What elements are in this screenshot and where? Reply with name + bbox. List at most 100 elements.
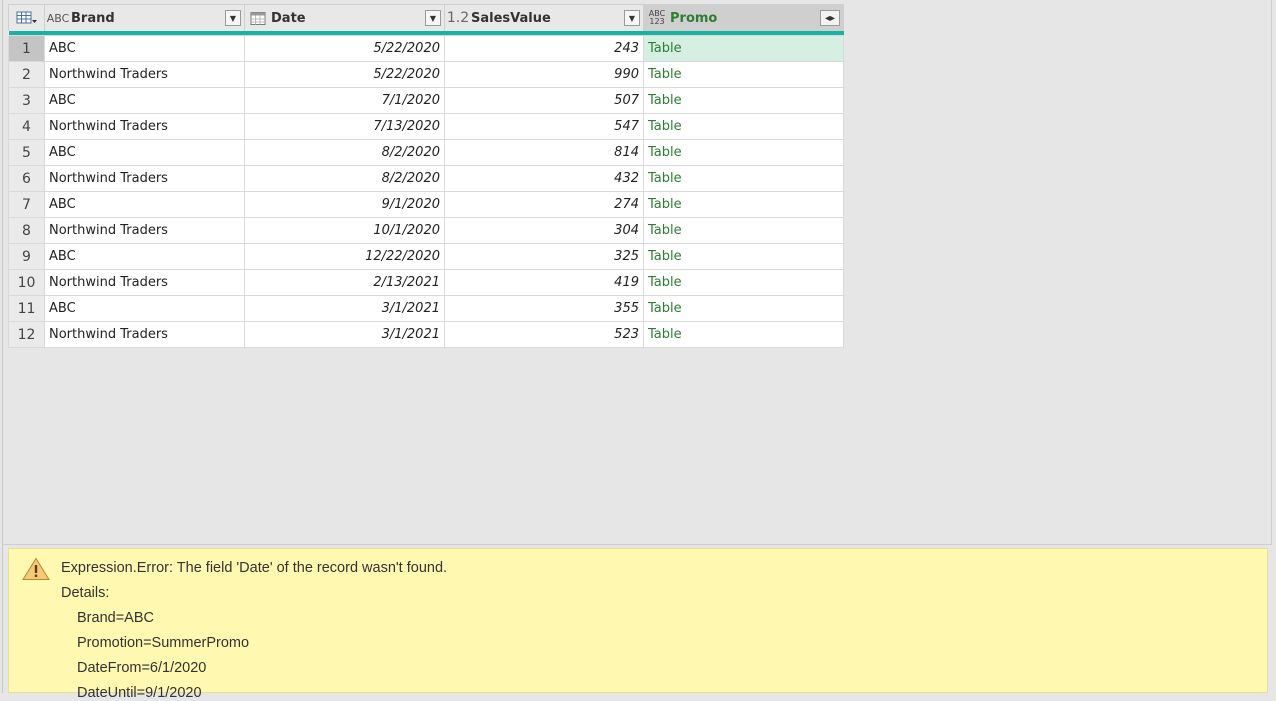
- cell-promo-table-link[interactable]: Table: [643, 87, 844, 114]
- cell-brand[interactable]: Northwind Traders: [44, 217, 245, 244]
- table-row[interactable]: 11 ABC 3/1/2021 355 Table: [8, 295, 844, 322]
- row-number[interactable]: 11: [8, 295, 45, 322]
- cell-promo-table-link[interactable]: Table: [643, 165, 844, 192]
- table-row[interactable]: 8 Northwind Traders 10/1/2020 304 Table: [8, 217, 844, 244]
- cell-salesvalue[interactable]: 432: [444, 165, 644, 192]
- cell-date[interactable]: 12/22/2020: [244, 243, 445, 270]
- cell-promo-table-link[interactable]: Table: [643, 321, 844, 348]
- row-number[interactable]: 3: [8, 87, 45, 114]
- table-row[interactable]: 1 ABC 5/22/2020 243 Table: [8, 35, 844, 62]
- date-type-icon[interactable]: [245, 8, 271, 28]
- cell-promo-table-link[interactable]: Table: [643, 217, 844, 244]
- right-border: [1271, 0, 1272, 545]
- cell-salesvalue[interactable]: 507: [444, 87, 644, 114]
- cell-date[interactable]: 3/1/2021: [244, 295, 445, 322]
- cell-promo-table-link[interactable]: Table: [643, 113, 844, 140]
- cell-date[interactable]: 7/1/2020: [244, 87, 445, 114]
- table-row[interactable]: 6 Northwind Traders 8/2/2020 432 Table: [8, 165, 844, 192]
- row-number[interactable]: 1: [8, 35, 45, 62]
- column-header-label: SalesValue: [471, 10, 551, 26]
- table-row[interactable]: 4 Northwind Traders 7/13/2020 547 Table: [8, 113, 844, 140]
- cell-brand[interactable]: Northwind Traders: [44, 165, 245, 192]
- table-row[interactable]: 3 ABC 7/1/2020 507 Table: [8, 87, 844, 114]
- left-border: [2, 0, 3, 693]
- cell-salesvalue[interactable]: 814: [444, 139, 644, 166]
- cell-salesvalue[interactable]: 547: [444, 113, 644, 140]
- cell-date[interactable]: 10/1/2020: [244, 217, 445, 244]
- cell-brand[interactable]: ABC: [44, 35, 245, 62]
- cell-brand[interactable]: Northwind Traders: [44, 113, 245, 140]
- cell-promo-table-link[interactable]: Table: [643, 243, 844, 270]
- cell-promo-table-link[interactable]: Table: [643, 61, 844, 88]
- table-menu-corner[interactable]: [8, 4, 45, 31]
- cell-promo-table-link[interactable]: Table: [643, 35, 844, 62]
- cell-date[interactable]: 8/2/2020: [244, 139, 445, 166]
- cell-salesvalue[interactable]: 304: [444, 217, 644, 244]
- row-number[interactable]: 12: [8, 321, 45, 348]
- cell-brand[interactable]: ABC: [44, 87, 245, 114]
- any-type-glyph-bottom: 123: [649, 17, 665, 26]
- row-number[interactable]: 9: [8, 243, 45, 270]
- cell-promo-table-link[interactable]: Table: [643, 191, 844, 218]
- table-row[interactable]: 7 ABC 9/1/2020 274 Table: [8, 191, 844, 218]
- column-header-salesvalue[interactable]: 1.2 SalesValue ▼: [444, 4, 644, 31]
- error-detail-line: DateUntil=9/1/2020: [77, 685, 202, 701]
- table-row[interactable]: 10 Northwind Traders 2/13/2021 419 Table: [8, 269, 844, 296]
- column-header-label: Brand: [71, 10, 115, 26]
- cell-salesvalue[interactable]: 325: [444, 243, 644, 270]
- row-number[interactable]: 7: [8, 191, 45, 218]
- row-number[interactable]: 6: [8, 165, 45, 192]
- cell-date[interactable]: 2/13/2021: [244, 269, 445, 296]
- row-number[interactable]: 2: [8, 61, 45, 88]
- row-number[interactable]: 8: [8, 217, 45, 244]
- cell-brand[interactable]: Northwind Traders: [44, 321, 245, 348]
- column-header-label: Date: [271, 10, 306, 26]
- table-row[interactable]: 9 ABC 12/22/2020 325 Table: [8, 243, 844, 270]
- cell-promo-table-link[interactable]: Table: [643, 139, 844, 166]
- filter-dropdown-icon[interactable]: ▼: [225, 10, 241, 26]
- cell-promo-table-link[interactable]: Table: [643, 269, 844, 296]
- error-detail-line: Promotion=SummerPromo: [77, 635, 250, 651]
- column-header-brand[interactable]: ABC Brand ▼: [44, 4, 245, 31]
- table-row[interactable]: 2 Northwind Traders 5/22/2020 990 Table: [8, 61, 844, 88]
- cell-salesvalue[interactable]: 243: [444, 35, 644, 62]
- cell-brand[interactable]: ABC: [44, 295, 245, 322]
- column-header-promo[interactable]: ABC 123 Promo ◂▸: [643, 4, 844, 31]
- warning-icon: [22, 557, 50, 580]
- filter-dropdown-icon[interactable]: ▼: [624, 10, 640, 26]
- cell-date[interactable]: 7/13/2020: [244, 113, 445, 140]
- error-detail-line: DateFrom=6/1/2020: [77, 660, 207, 676]
- pane-divider[interactable]: [3, 544, 1272, 545]
- table-grid-icon: [16, 11, 37, 24]
- cell-date[interactable]: 5/22/2020: [244, 35, 445, 62]
- cell-date[interactable]: 9/1/2020: [244, 191, 445, 218]
- column-header-label: Promo: [670, 10, 718, 26]
- cell-salesvalue[interactable]: 990: [444, 61, 644, 88]
- cell-salesvalue[interactable]: 523: [444, 321, 644, 348]
- text-type-icon[interactable]: ABC: [45, 8, 71, 28]
- row-number[interactable]: 4: [8, 113, 45, 140]
- error-message: Expression.Error: The field 'Date' of th…: [61, 560, 448, 576]
- cell-brand[interactable]: ABC: [44, 243, 245, 270]
- cell-salesvalue[interactable]: 355: [444, 295, 644, 322]
- row-number[interactable]: 10: [8, 269, 45, 296]
- decimal-type-icon[interactable]: 1.2: [445, 8, 471, 28]
- cell-salesvalue[interactable]: 274: [444, 191, 644, 218]
- table-row[interactable]: 5 ABC 8/2/2020 814 Table: [8, 139, 844, 166]
- expand-column-icon[interactable]: ◂▸: [820, 10, 840, 26]
- row-number[interactable]: 5: [8, 139, 45, 166]
- cell-salesvalue[interactable]: 419: [444, 269, 644, 296]
- cell-brand[interactable]: ABC: [44, 191, 245, 218]
- filter-dropdown-icon[interactable]: ▼: [425, 10, 441, 26]
- column-header-date[interactable]: Date ▼: [244, 4, 445, 31]
- any-type-icon[interactable]: ABC 123: [644, 8, 670, 28]
- cell-promo-table-link[interactable]: Table: [643, 295, 844, 322]
- cell-date[interactable]: 3/1/2021: [244, 321, 445, 348]
- cell-date[interactable]: 8/2/2020: [244, 165, 445, 192]
- cell-brand[interactable]: ABC: [44, 139, 245, 166]
- cell-brand[interactable]: Northwind Traders: [44, 61, 245, 88]
- table-row[interactable]: 12 Northwind Traders 3/1/2021 523 Table: [8, 321, 844, 348]
- error-pane: Expression.Error: The field 'Date' of th…: [8, 548, 1268, 701]
- cell-brand[interactable]: Northwind Traders: [44, 269, 245, 296]
- cell-date[interactable]: 5/22/2020: [244, 61, 445, 88]
